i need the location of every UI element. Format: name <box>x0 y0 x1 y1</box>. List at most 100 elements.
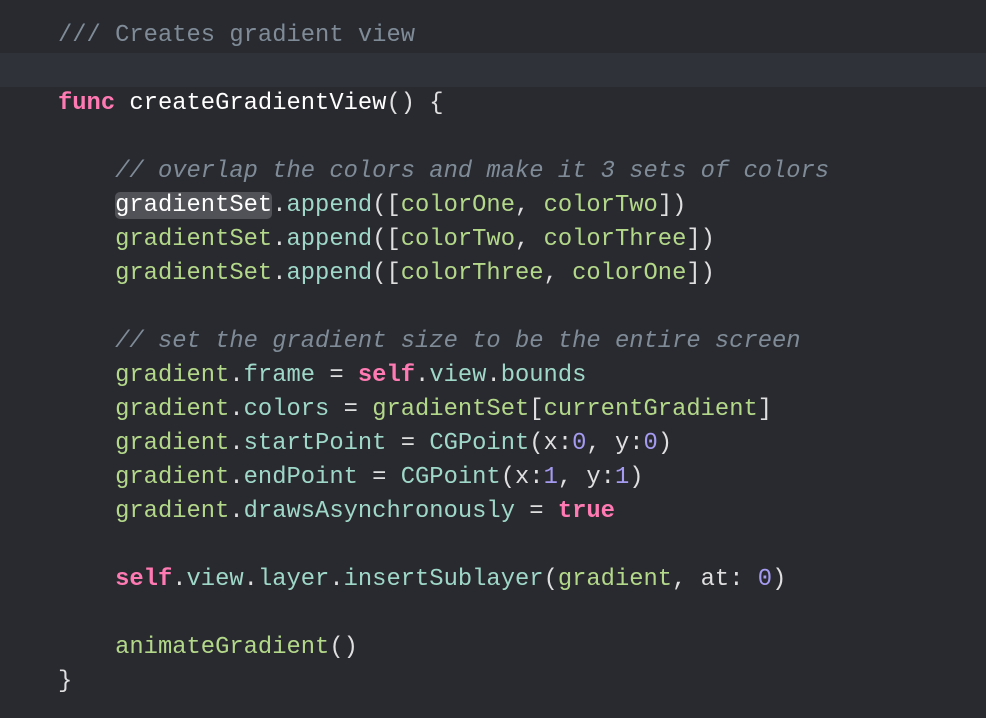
code-token-var: colorTwo <box>400 226 515 253</box>
code-token-plain: () <box>329 634 358 661</box>
code-token-var: colorOne <box>400 192 515 219</box>
code-token-var: gradient <box>557 566 673 593</box>
code-token-comment-inline: // set the gradient size to be the entir… <box>115 328 801 355</box>
code-line[interactable]: gradient.endPoint = CGPoint(x:1, y:1) <box>0 461 986 495</box>
code-token-var: colorTwo <box>543 192 658 219</box>
code-token-plain: , <box>543 260 573 287</box>
code-token-prop: view <box>429 362 487 389</box>
code-token-var: animateGradient <box>115 634 330 661</box>
code-editor[interactable]: /// Creates gradient view func createGrad… <box>0 19 986 699</box>
code-token-prop: append <box>286 192 373 219</box>
code-token-var: gradientSet <box>372 396 530 423</box>
code-token-plain: (x: <box>529 430 573 457</box>
code-token-prop: bounds <box>500 362 587 389</box>
code-token-plain: . <box>229 464 244 491</box>
code-token-plain: . <box>272 260 287 287</box>
code-line[interactable]: } <box>0 665 986 699</box>
code-token-plain: . <box>229 362 244 389</box>
code-token-plain: . <box>329 566 344 593</box>
code-token-prop: colors <box>243 396 330 423</box>
code-token-plain: . <box>415 362 430 389</box>
code-token-var: gradient <box>115 362 230 389</box>
code-line[interactable]: self.view.layer.insertSublayer(gradient,… <box>0 563 986 597</box>
code-token-plain: ]) <box>686 260 715 287</box>
code-token-prop: startPoint <box>243 430 387 457</box>
code-token-var: gradientSet <box>115 226 273 253</box>
code-token-plain: , y: <box>586 430 644 457</box>
code-token-plain: , <box>515 192 544 219</box>
code-token-plain: ( <box>543 566 558 593</box>
code-token-var: gradient <box>115 396 230 423</box>
code-token-num: 1 <box>614 464 630 491</box>
code-line[interactable]: gradientSet.append([colorTwo, colorThree… <box>0 223 986 257</box>
code-token-plain: ]) <box>686 226 715 253</box>
code-token-num: 0 <box>757 566 773 593</box>
code-line[interactable]: gradientSet.append([colorThree, colorOne… <box>0 257 986 291</box>
code-token-var: colorOne <box>572 260 687 287</box>
code-token-type: CGPoint <box>400 464 501 491</box>
code-token-plain: (x: <box>500 464 544 491</box>
code-token-plain: = <box>315 362 358 389</box>
code-token-comment-inline: // overlap the colors and make it 3 sets… <box>115 158 830 185</box>
code-token-var: gradient <box>115 430 230 457</box>
code-token-plain: . <box>229 498 244 525</box>
code-token-plain: } <box>58 668 73 695</box>
code-line[interactable]: gradient.frame = self.view.bounds <box>0 359 986 393</box>
code-token-type: CGPoint <box>429 430 530 457</box>
code-line[interactable] <box>0 597 986 631</box>
code-token-plain: . <box>172 566 187 593</box>
code-token-keyword: self <box>115 566 173 593</box>
code-line[interactable]: // overlap the colors and make it 3 sets… <box>0 155 986 189</box>
code-line[interactable]: func createGradientView() { <box>0 87 986 121</box>
code-token-var: gradientSet <box>115 260 273 287</box>
code-token-num: 0 <box>643 430 658 457</box>
code-token-plain: . <box>229 396 244 423</box>
code-token-func: createGradientView <box>129 90 387 117</box>
code-line[interactable] <box>0 529 986 563</box>
code-token-comment: /// Creates gradient view <box>58 22 416 49</box>
code-token-keyword: true <box>557 498 615 525</box>
code-token-plain: . <box>272 226 287 253</box>
code-line[interactable]: gradient.colors = gradientSet[currentGra… <box>0 393 986 427</box>
code-token-plain: , <box>515 226 544 253</box>
code-token-var: colorThree <box>400 260 544 287</box>
highlighted-token: gradientSet <box>115 192 273 219</box>
code-token-var: gradient <box>115 498 230 525</box>
code-line[interactable]: gradientSet.append([colorOne, colorTwo]) <box>0 189 986 223</box>
code-token-prop: append <box>286 226 373 253</box>
code-line[interactable] <box>0 291 986 325</box>
code-token-num: 1 <box>543 464 558 491</box>
code-token-plain: = <box>386 430 430 457</box>
code-token-var: currentGradient <box>543 396 758 423</box>
code-token-keyword: func <box>58 90 116 117</box>
code-line[interactable]: /// Creates gradient view <box>0 19 986 53</box>
code-line[interactable]: animateGradient() <box>0 631 986 665</box>
code-token-plain: , at: <box>672 566 758 593</box>
code-token-num: 0 <box>572 430 587 457</box>
code-token-prop: view <box>186 566 244 593</box>
code-line[interactable]: // set the gradient size to be the entir… <box>0 325 986 359</box>
code-token-plain: () { <box>386 90 444 117</box>
code-line[interactable] <box>0 121 986 155</box>
code-token-plain: ([ <box>372 260 401 287</box>
code-token-plain: ) <box>629 464 644 491</box>
code-token-prop: drawsAsynchronously <box>243 498 515 525</box>
code-line[interactable]: gradient.drawsAsynchronously = true <box>0 495 986 529</box>
code-line[interactable]: gradient.startPoint = CGPoint(x:0, y:0) <box>0 427 986 461</box>
code-token-plain: . <box>243 566 258 593</box>
code-line[interactable] <box>0 53 986 87</box>
code-token-plain: = <box>329 396 373 423</box>
code-token-prop: append <box>286 260 373 287</box>
code-token-plain: ) <box>657 430 673 457</box>
code-token-prop: insertSublayer <box>343 566 544 593</box>
code-token-prop: endPoint <box>243 464 358 491</box>
